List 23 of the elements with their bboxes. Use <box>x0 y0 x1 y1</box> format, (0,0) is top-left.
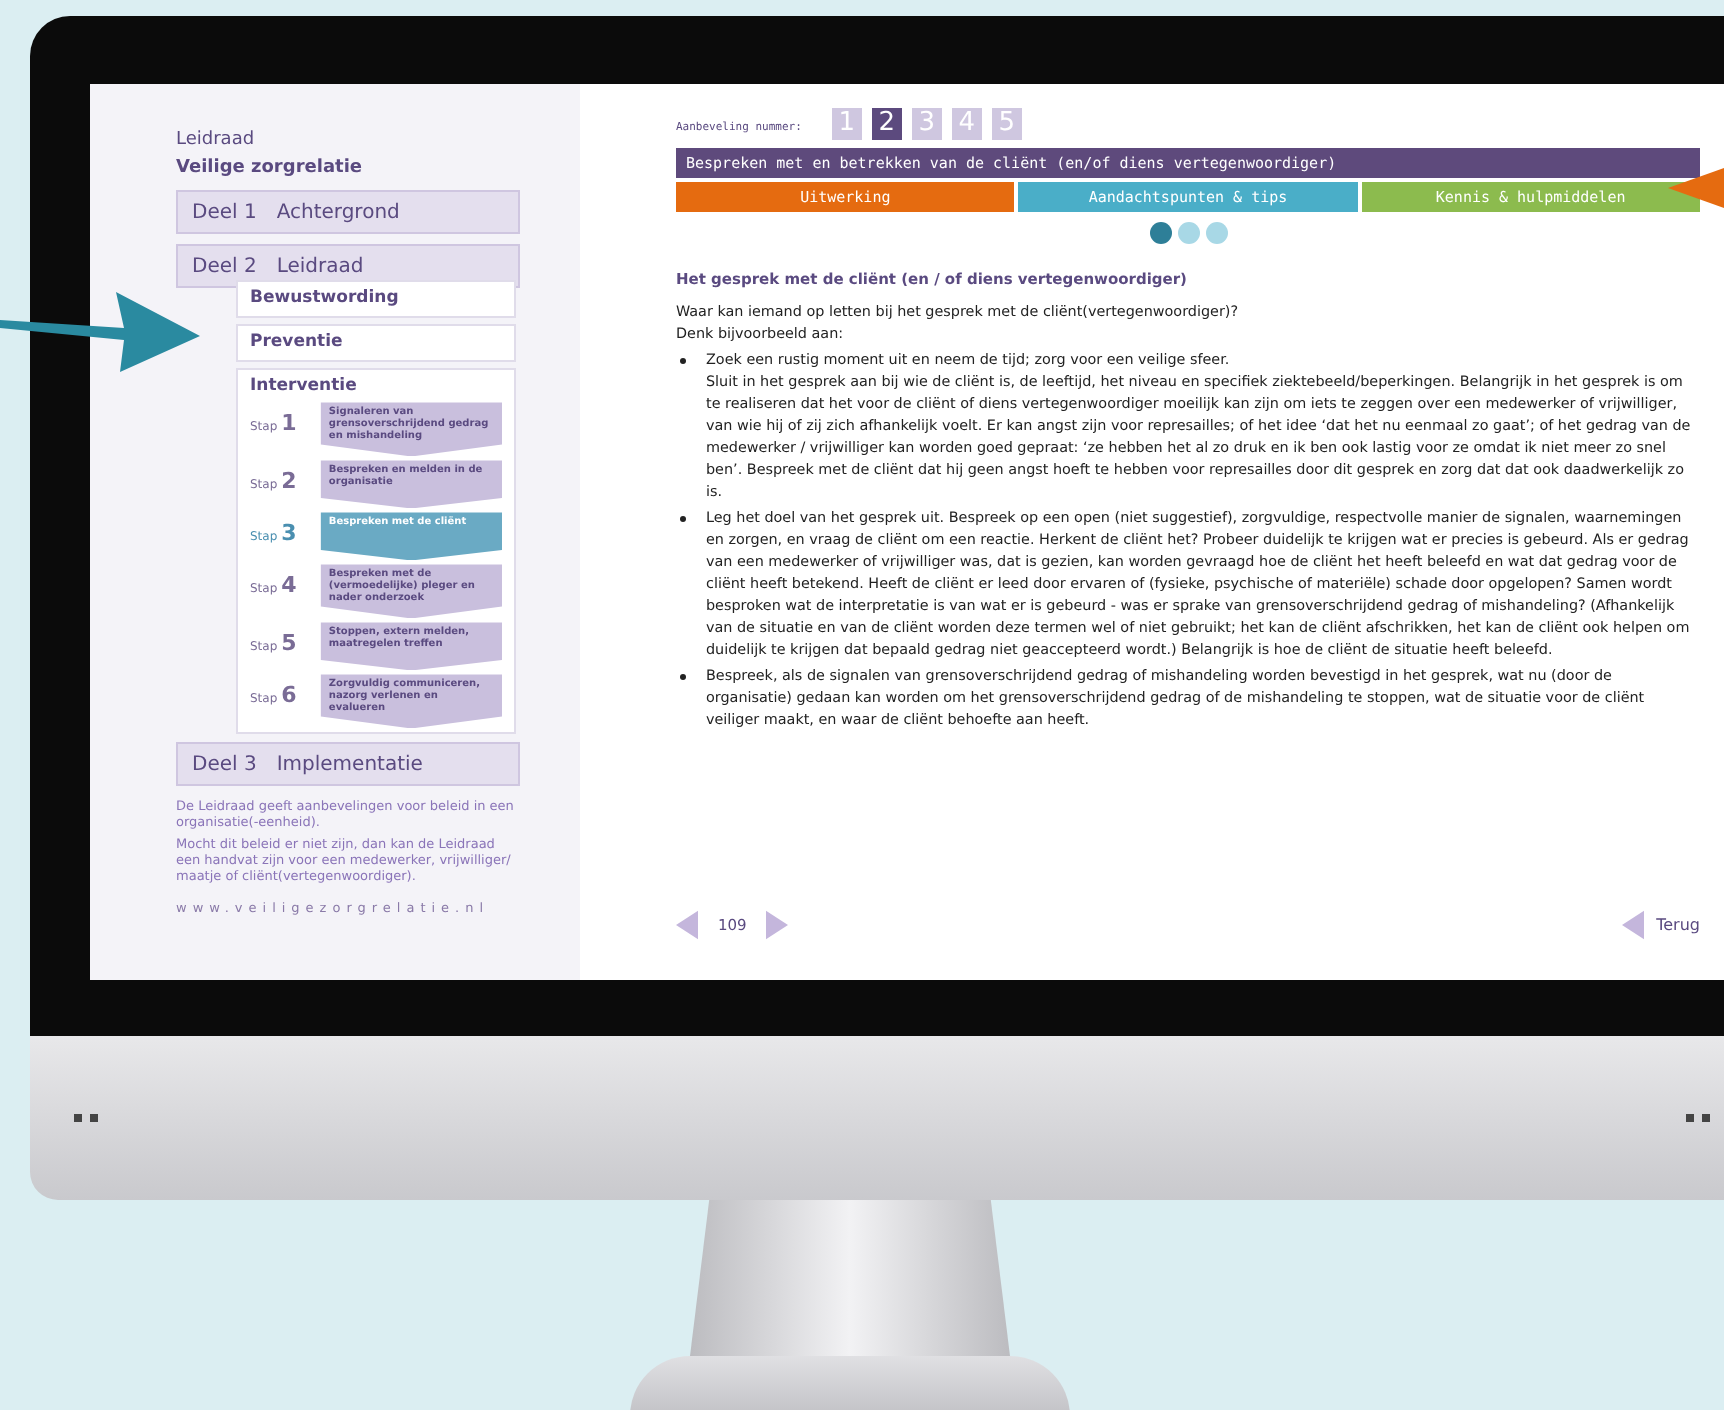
part-heading[interactable]: Deel 3 Implementatie <box>176 742 520 787</box>
part-name: Implementatie <box>276 751 423 780</box>
part-name: Achtergrond <box>276 199 400 227</box>
part-number: Deel 3 <box>192 751 257 780</box>
section-card[interactable]: Preventie <box>236 323 516 361</box>
step-number: 2 <box>281 466 297 499</box>
sidebar-subtitle: Veilige zorgrelatie <box>176 155 365 181</box>
section-title: Interventie <box>250 373 359 399</box>
recommendation-number[interactable]: 2 <box>871 108 902 140</box>
back-link[interactable]: Terug <box>1656 913 1700 937</box>
step-number: 1 <box>281 408 297 441</box>
step-number: 5 <box>281 628 297 661</box>
section-title: Preventie <box>250 329 345 355</box>
sidebar-title: Leidraad <box>176 128 257 154</box>
section-card[interactable]: Bewustwording <box>236 280 516 318</box>
part-name: Leidraad <box>276 253 364 281</box>
part-heading[interactable]: Deel 1 Achtergrond <box>176 190 520 234</box>
section-title: Bewustwording <box>250 286 401 312</box>
part-number: Deel 1 <box>192 199 257 227</box>
step-number: 6 <box>281 680 297 713</box>
step-number: 3 <box>281 518 297 551</box>
part-number: Deel 2 <box>192 253 257 281</box>
step-number: 4 <box>281 570 297 603</box>
